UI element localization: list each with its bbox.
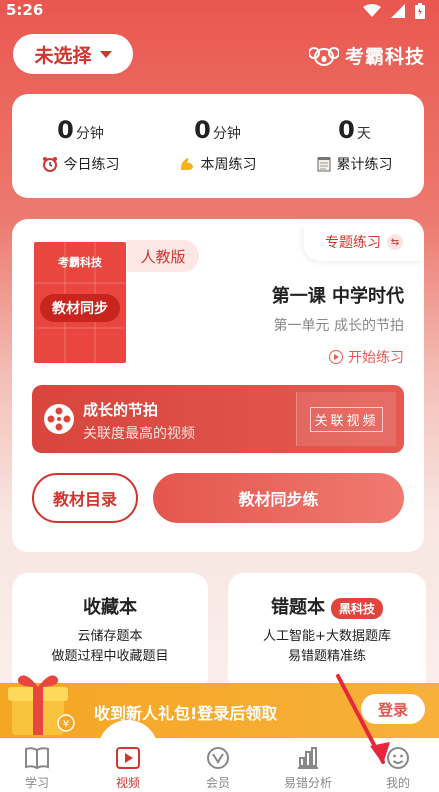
book-icon [25, 747, 49, 770]
vip-icon [207, 747, 229, 769]
stat-label: 今日练习 [63, 157, 120, 173]
stat-label: 本周练习 [200, 157, 257, 173]
error-book-desc-line1: 人工智能+大数据题库 [263, 629, 391, 644]
signal-icon [391, 4, 405, 18]
status-icons [363, 3, 425, 19]
brand-logo: 考霸科技 [308, 42, 425, 69]
stat-value: 0 [57, 116, 74, 144]
topic-practice-label: 专题练习 [325, 235, 381, 251]
flexed-arm-icon [180, 158, 193, 170]
grade-select-button[interactable]: 未选择 [13, 34, 133, 74]
favorites-desc-line1: 云储存题本 [77, 629, 143, 644]
stat-value: 0 [194, 116, 211, 144]
svg-text:¥: ¥ [63, 719, 69, 730]
gift-box-icon: ¥ [8, 675, 75, 735]
stat-unit: 分钟 [212, 126, 241, 142]
cover-brand: 考霸科技 [58, 256, 102, 269]
tab-video[interactable]: 视频 [88, 720, 168, 792]
tab-vip[interactable]: 会员 [178, 738, 258, 792]
lesson-title: 第一课 中学时代 [271, 286, 404, 307]
error-book-desc: 人工智能+大数据题库 易错题精准练 [228, 627, 426, 667]
koala-logo-icon [308, 46, 339, 66]
status-time: 5:26 [6, 1, 44, 19]
start-practice-link[interactable]: 开始练习 [329, 347, 404, 367]
header: 未选择 考霸科技 [0, 30, 439, 80]
battery-icon [415, 3, 425, 19]
tab-study[interactable]: 学习 [0, 738, 77, 792]
related-video-label: 关联视频 [310, 406, 383, 432]
error-book-title-row: 错题本 黑科技 [228, 593, 426, 619]
tab-error-analysis[interactable]: 易错分析 [268, 738, 348, 792]
tab-label: 我的 [385, 776, 410, 790]
grade-select-label: 未选择 [34, 44, 92, 67]
textbook-sync-practice-button[interactable]: 教材同步练 [153, 473, 404, 523]
lesson-subtitle: 第一单元 成长的节拍 [273, 318, 404, 334]
stat-total: 0天 累计练习 [286, 116, 423, 174]
edition-badge: 人教版 [127, 240, 199, 272]
cover-tag: 教材同步 [40, 294, 120, 322]
video-title: 成长的节拍 [83, 401, 159, 419]
bar-chart-icon [298, 747, 318, 769]
error-book-desc-line2: 易错题精准练 [287, 649, 366, 664]
stat-unit: 天 [356, 126, 371, 142]
tab-label: 学习 [24, 776, 49, 790]
notepad-icon [317, 157, 330, 172]
bottom-tab-bar: 学习 视频 会员 易错分析 我的 [0, 720, 439, 792]
new-user-promo-bar[interactable]: ¥ 收到新人礼包!登录后领取 登录 [0, 675, 439, 738]
textbook-card: 专题练习 ⇆ 考霸科技 教材同步 人教版 第一课 中学时代 第一单元 成长的节拍… [12, 219, 424, 552]
switch-icon: ⇆ [387, 234, 403, 250]
start-practice-label: 开始练习 [348, 350, 404, 366]
stat-value: 0 [338, 116, 355, 144]
status-bar: 5:26 [0, 0, 439, 22]
smiley-icon [387, 747, 409, 769]
film-reel-icon [44, 404, 74, 434]
caret-down-icon [99, 50, 112, 58]
wifi-icon [363, 4, 381, 17]
error-book-card[interactable]: 错题本 黑科技 人工智能+大数据题库 易错题精准练 [228, 573, 426, 693]
play-circle-icon [329, 350, 343, 364]
alarm-clock-icon [42, 157, 57, 172]
related-video-stamp: 关联视频 [296, 392, 396, 446]
stat-today: 0 分钟 今日练习 [12, 116, 149, 174]
favorites-desc-line2: 做题过程中收藏题目 [51, 649, 169, 664]
textbook-cover[interactable]: 考霸科技 教材同步 [34, 242, 126, 363]
black-tech-badge: 黑科技 [330, 597, 383, 619]
video-subtitle: 关联度最高的视频 [83, 426, 195, 442]
stat-unit: 分钟 [75, 126, 104, 142]
tab-label: 视频 [115, 776, 140, 790]
favorites-title: 收藏本 [83, 597, 137, 618]
topic-practice-tab[interactable]: 专题练习 ⇆ [304, 223, 424, 261]
tab-label: 会员 [205, 776, 230, 790]
login-button[interactable]: 登录 [361, 694, 425, 724]
practice-stats-card: 0 分钟 今日练习 0 分钟 本周练习 0天 累计练习 [12, 94, 424, 198]
stat-week: 0 分钟 本周练习 [149, 116, 286, 174]
error-book-title: 错题本 [270, 597, 325, 618]
video-play-icon [116, 747, 140, 769]
related-video-banner[interactable]: 成长的节拍 关联度最高的视频 关联视频 [32, 385, 404, 453]
favorites-desc: 云储存题本 做题过程中收藏题目 [12, 627, 208, 667]
brand-name: 考霸科技 [344, 46, 425, 68]
tab-mine[interactable]: 我的 [358, 738, 438, 792]
stat-label: 累计练习 [336, 157, 393, 173]
textbook-catalog-button[interactable]: 教材目录 [32, 473, 138, 523]
tab-label: 易错分析 [283, 776, 332, 790]
